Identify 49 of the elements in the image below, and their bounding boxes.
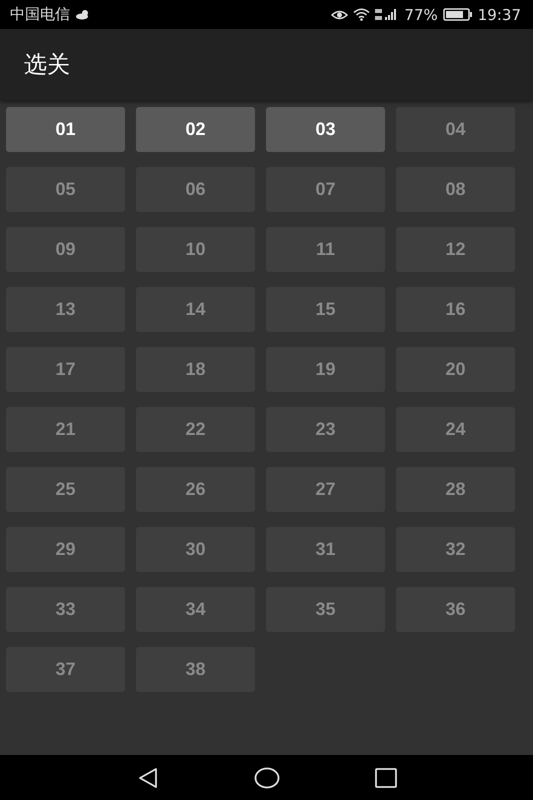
level-button[interactable]: 05 (6, 167, 125, 212)
level-button[interactable]: 31 (266, 527, 385, 572)
level-button[interactable]: 28 (396, 467, 515, 512)
level-button[interactable]: 11 (266, 227, 385, 272)
level-button[interactable]: 32 (396, 527, 515, 572)
battery-percent: 77% (404, 6, 438, 24)
carrier-name: 中国电信 (10, 5, 70, 24)
level-button[interactable]: 21 (6, 407, 125, 452)
level-button[interactable]: 10 (136, 227, 255, 272)
level-button[interactable]: 29 (6, 527, 125, 572)
wifi-icon (353, 8, 370, 21)
level-button[interactable]: 24 (396, 407, 515, 452)
level-button[interactable]: 35 (266, 587, 385, 632)
level-button[interactable]: 25 (6, 467, 125, 512)
level-button[interactable]: 02 (136, 107, 255, 152)
level-button[interactable]: 14 (136, 287, 255, 332)
level-button[interactable]: 30 (136, 527, 255, 572)
level-button[interactable]: 23 (266, 407, 385, 452)
level-button[interactable]: 34 (136, 587, 255, 632)
level-button[interactable]: 18 (136, 347, 255, 392)
screen-title: 选关 (24, 51, 70, 80)
level-button[interactable]: 26 (136, 467, 255, 512)
level-button[interactable]: 15 (266, 287, 385, 332)
level-button[interactable]: 22 (136, 407, 255, 452)
level-button[interactable]: 17 (6, 347, 125, 392)
level-button[interactable]: 08 (396, 167, 515, 212)
level-button[interactable]: 20 (396, 347, 515, 392)
level-button[interactable]: 07 (266, 167, 385, 212)
level-button[interactable]: 16 (396, 287, 515, 332)
level-button[interactable]: 33 (6, 587, 125, 632)
level-button[interactable]: 38 (136, 647, 255, 692)
level-button[interactable]: 13 (6, 287, 125, 332)
level-button[interactable]: 01 (6, 107, 125, 152)
weather-icon (75, 9, 91, 20)
level-button[interactable]: 09 (6, 227, 125, 272)
level-button[interactable]: 03 (266, 107, 385, 152)
clock-time: 19:37 (478, 6, 521, 24)
battery-icon (442, 8, 473, 21)
recent-apps-icon[interactable] (374, 768, 396, 788)
home-icon[interactable] (254, 766, 280, 788)
back-icon[interactable] (136, 766, 158, 788)
level-button[interactable]: 36 (396, 587, 515, 632)
level-button[interactable]: 04 (396, 107, 515, 152)
level-button[interactable]: 37 (6, 647, 125, 692)
level-button[interactable]: 12 (396, 227, 515, 272)
level-button[interactable]: 27 (266, 467, 385, 512)
level-button[interactable]: 06 (136, 167, 255, 212)
eye-icon (331, 8, 348, 20)
level-button[interactable]: 19 (266, 347, 385, 392)
